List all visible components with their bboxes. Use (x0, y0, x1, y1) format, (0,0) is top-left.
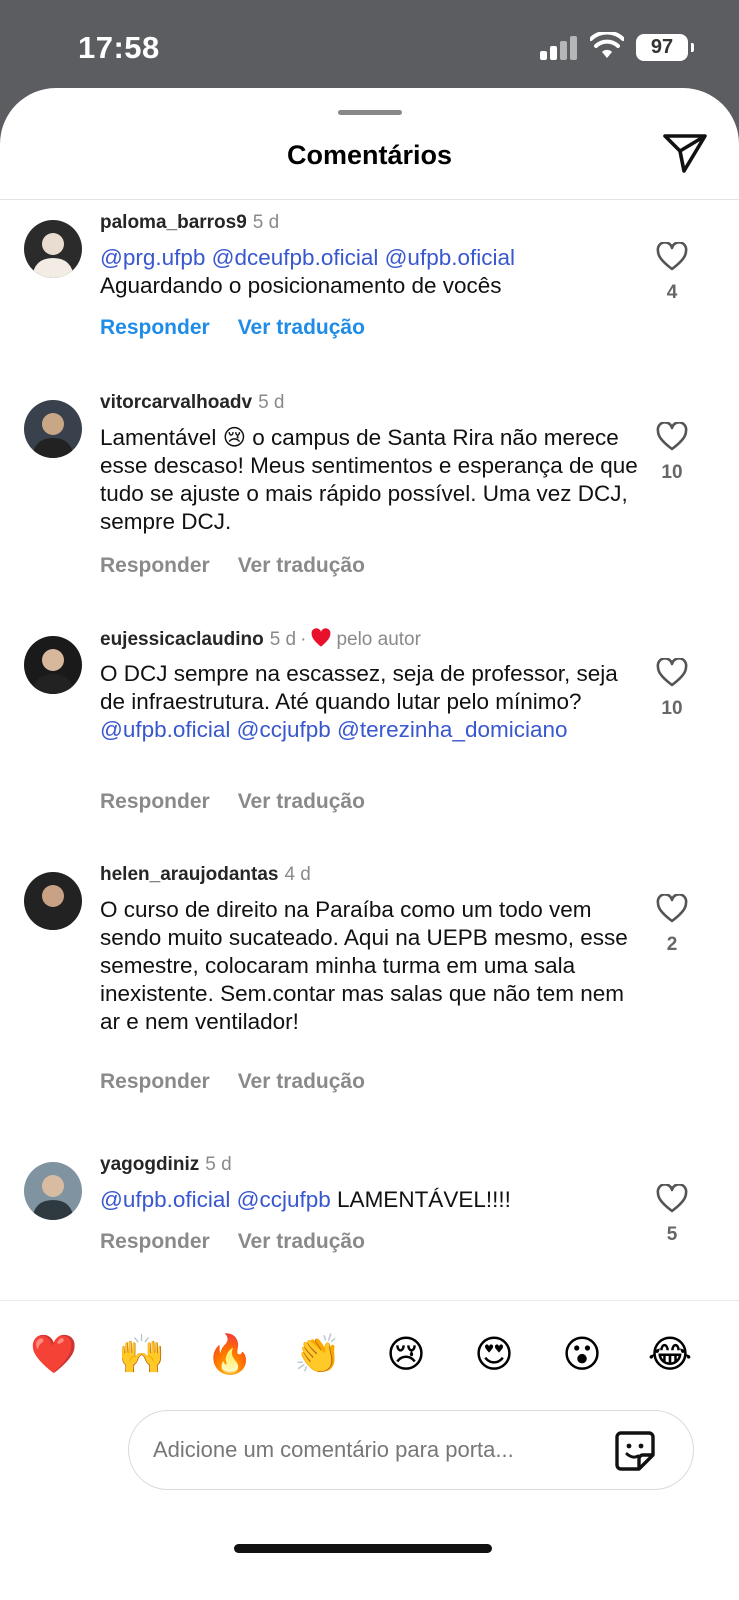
emoji-button[interactable]: 🔥 (206, 1330, 254, 1378)
translate-button[interactable]: Ver tradução (238, 1070, 365, 1093)
wifi-icon (590, 32, 624, 58)
translate-button[interactable]: Ver tradução (238, 316, 365, 339)
comment-actions: Responder Ver tradução (100, 316, 365, 340)
comment-meta: paloma_barros9 5 d (100, 212, 279, 234)
mention-link[interactable]: @ufpb.oficial @ccjufpb @terezinha_domici… (100, 717, 568, 742)
comment-meta: helen_araujodantas 4 d (100, 864, 311, 886)
cellular-signal-icon (540, 36, 580, 60)
comment-actions: Responder Ver tradução (100, 554, 365, 578)
like-control: 4 (655, 242, 689, 304)
share-send-icon[interactable] (662, 132, 708, 174)
home-indicator[interactable] (234, 1544, 492, 1553)
comment-actions: Responder Ver tradução (100, 1070, 365, 1094)
emoji-button[interactable]: 😂 (646, 1330, 694, 1378)
reply-button[interactable]: Responder (100, 790, 210, 813)
heart-icon[interactable] (656, 1184, 688, 1214)
heart-icon[interactable] (656, 894, 688, 924)
username[interactable]: eujessicaclaudino (100, 629, 264, 650)
avatar[interactable] (24, 220, 82, 278)
comment-meta: vitorcarvalhoadv 5 d (100, 392, 285, 414)
comment-text: O DCJ sempre na escassez, seja de profes… (100, 660, 640, 744)
comment-meta: eujessicaclaudino 5 d · pelo autor (100, 628, 421, 651)
composer-divider (0, 1300, 739, 1301)
translate-button[interactable]: Ver tradução (238, 1230, 365, 1253)
username[interactable]: paloma_barros9 (100, 212, 247, 233)
comment-text: @prg.ufpb @dceufpb.oficial @ufpb.oficial… (100, 244, 640, 300)
heart-icon[interactable] (656, 658, 688, 688)
reply-button[interactable]: Responder (100, 1230, 210, 1253)
comment-text: @ufpb.oficial @ccjufpb LAMENTÁVEL!!!! (100, 1186, 640, 1214)
mention-link[interactable]: @prg.ufpb @dceufpb.oficial @ufpb.oficial (100, 245, 515, 270)
mention-link[interactable]: @ufpb.oficial @ccjufpb (100, 1187, 331, 1212)
sheet-title: Comentários (286, 140, 453, 170)
liked-by-author-label: pelo autor (336, 629, 421, 650)
avatar[interactable] (24, 636, 82, 694)
emoji-button[interactable]: 👏 (294, 1330, 342, 1378)
comment-input[interactable]: Adicione um comentário para porta... (128, 1410, 694, 1490)
comment-text-segment: O curso de direito na Paraíba como um to… (100, 897, 628, 1034)
sticker-icon[interactable] (613, 1429, 657, 1473)
comment-age: 5 d (252, 212, 280, 233)
separator-dot: · (300, 629, 307, 650)
emoji-button[interactable]: 🙌 (118, 1330, 166, 1378)
like-count: 10 (661, 462, 683, 483)
clock: 17:58 (78, 30, 160, 65)
battery-icon: 97 (636, 34, 694, 61)
comment-age: 4 d (284, 864, 311, 885)
heart-icon[interactable] (656, 242, 688, 272)
comment-text-segment: O DCJ sempre na escassez, seja de profes… (100, 661, 618, 714)
translate-button[interactable]: Ver tradução (238, 554, 365, 577)
username[interactable]: helen_araujodantas (100, 864, 278, 885)
comment-text-segment: Lamentável 😢 o campus de Santa Rira não … (100, 425, 638, 534)
quick-emoji-bar: ❤️ 🙌 🔥 👏 😢 😍 😮 😂 (20, 1318, 720, 1388)
comment-text-segment: LAMENTÁVEL!!!! (330, 1187, 511, 1212)
avatar[interactable] (24, 400, 82, 458)
comment-age: 5 d (205, 1154, 232, 1175)
emoji-button[interactable]: 😢 (382, 1330, 430, 1378)
like-count: 10 (661, 698, 683, 719)
comment-input-placeholder: Adicione um comentário para porta... (153, 1437, 514, 1462)
reply-button[interactable]: Responder (100, 554, 210, 577)
translate-button[interactable]: Ver tradução (238, 790, 365, 813)
emoji-button[interactable]: ❤️ (30, 1330, 78, 1378)
comment-age: 5 d (258, 392, 285, 413)
avatar[interactable] (24, 1162, 82, 1220)
sheet-drag-handle[interactable] (338, 110, 402, 115)
like-control: 10 (655, 422, 689, 484)
heart-icon[interactable] (656, 422, 688, 452)
reply-button[interactable]: Responder (100, 1070, 210, 1093)
like-control: 10 (655, 658, 689, 720)
header-divider (0, 199, 739, 200)
like-count: 5 (666, 1224, 678, 1245)
like-control: 2 (655, 894, 689, 956)
comment-text: O curso de direito na Paraíba como um to… (100, 896, 640, 1036)
comment-age: 5 d (269, 629, 297, 650)
like-control: 5 (655, 1184, 689, 1246)
status-bar: 17:58 97 (0, 0, 739, 100)
comment-meta: yagogdiniz 5 d (100, 1154, 232, 1176)
username[interactable]: yagogdiniz (100, 1154, 199, 1175)
comments-sheet: Comentários paloma_barros9 5 d @prg.ufpb … (0, 88, 739, 1600)
emoji-button[interactable]: 😮 (558, 1330, 606, 1378)
comment-actions: Responder Ver tradução (100, 1230, 365, 1254)
like-count: 4 (666, 282, 678, 303)
avatar[interactable] (24, 872, 82, 930)
comment-actions: Responder Ver tradução (100, 790, 365, 814)
author-liked-heart-icon (311, 628, 331, 647)
comment-text: Lamentável 😢 o campus de Santa Rira não … (100, 424, 640, 536)
reply-button[interactable]: Responder (100, 316, 210, 339)
username[interactable]: vitorcarvalhoadv (100, 392, 252, 413)
like-count: 2 (666, 934, 678, 955)
emoji-button[interactable]: 😍 (470, 1330, 518, 1378)
comment-text-segment: Aguardando o posicionamento de vocês (100, 273, 502, 298)
